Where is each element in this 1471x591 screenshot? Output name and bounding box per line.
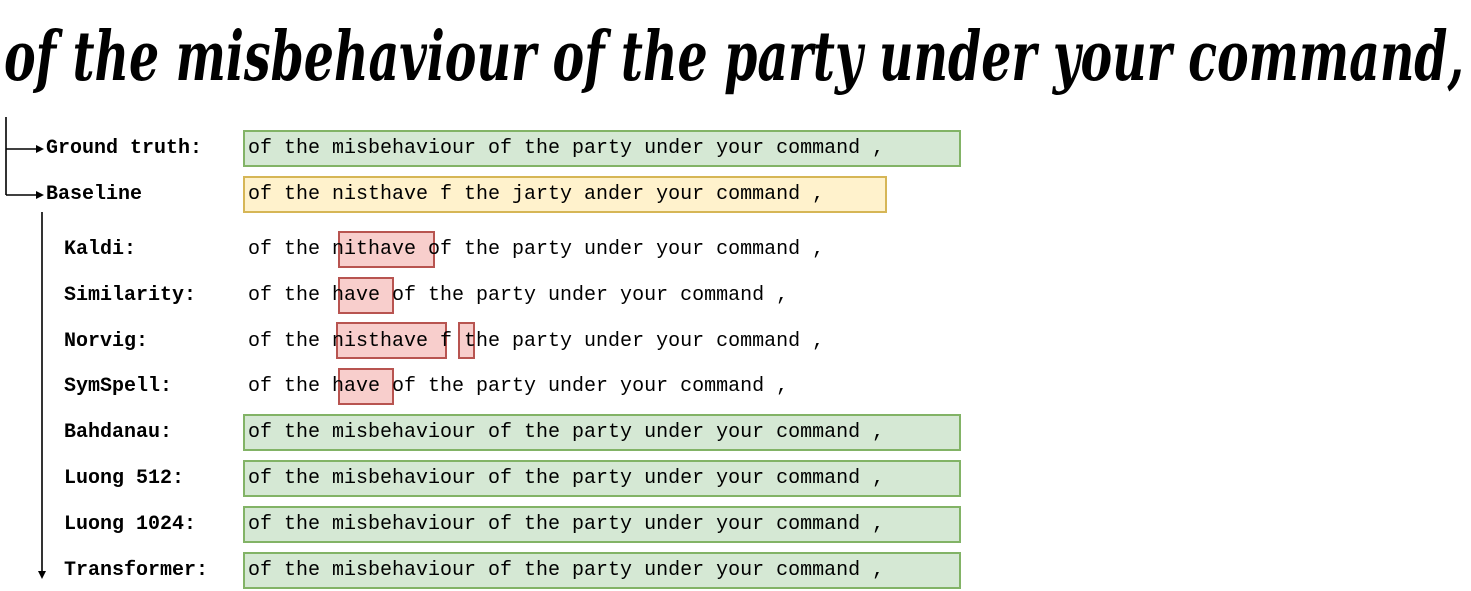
row-label-transformer: Transformer: bbox=[64, 559, 209, 582]
row-label-similarity: Similarity: bbox=[64, 284, 197, 307]
row-label-baseline: Baseline bbox=[46, 183, 143, 206]
row-label-symspell: SymSpell: bbox=[64, 375, 173, 398]
row-label-ground-truth: Ground truth: bbox=[46, 137, 203, 160]
result-text-similarity: of the have of the party under your comm… bbox=[248, 284, 789, 307]
result-text-luong-1024: of the misbehaviour of the party under y… bbox=[248, 513, 885, 536]
arrowhead-ground-truth bbox=[36, 145, 44, 153]
result-text-norvig: of the nisthave f the party under your c… bbox=[248, 330, 825, 353]
row-label-bahdanau: Bahdanau: bbox=[64, 421, 173, 444]
result-text-ground-truth: of the misbehaviour of the party under y… bbox=[248, 137, 885, 160]
result-text-luong-512: of the misbehaviour of the party under y… bbox=[248, 467, 885, 490]
arrowhead-down bbox=[38, 571, 46, 579]
row-label-kaldi: Kaldi: bbox=[64, 238, 137, 261]
row-label-norvig: Norvig: bbox=[64, 330, 149, 353]
result-text-symspell: of the have of the party under your comm… bbox=[248, 375, 789, 398]
arrowhead-baseline bbox=[36, 191, 44, 199]
row-label-luong-512: Luong 512: bbox=[64, 467, 185, 490]
result-text-baseline: of the nisthave f the jarty ander your c… bbox=[248, 183, 825, 206]
result-text-kaldi: of the nithave of the party under your c… bbox=[248, 238, 825, 261]
result-text-bahdanau: of the misbehaviour of the party under y… bbox=[248, 421, 885, 444]
result-text-transformer: of the misbehaviour of the party under y… bbox=[248, 559, 885, 582]
row-label-luong-1024: Luong 1024: bbox=[64, 513, 197, 536]
